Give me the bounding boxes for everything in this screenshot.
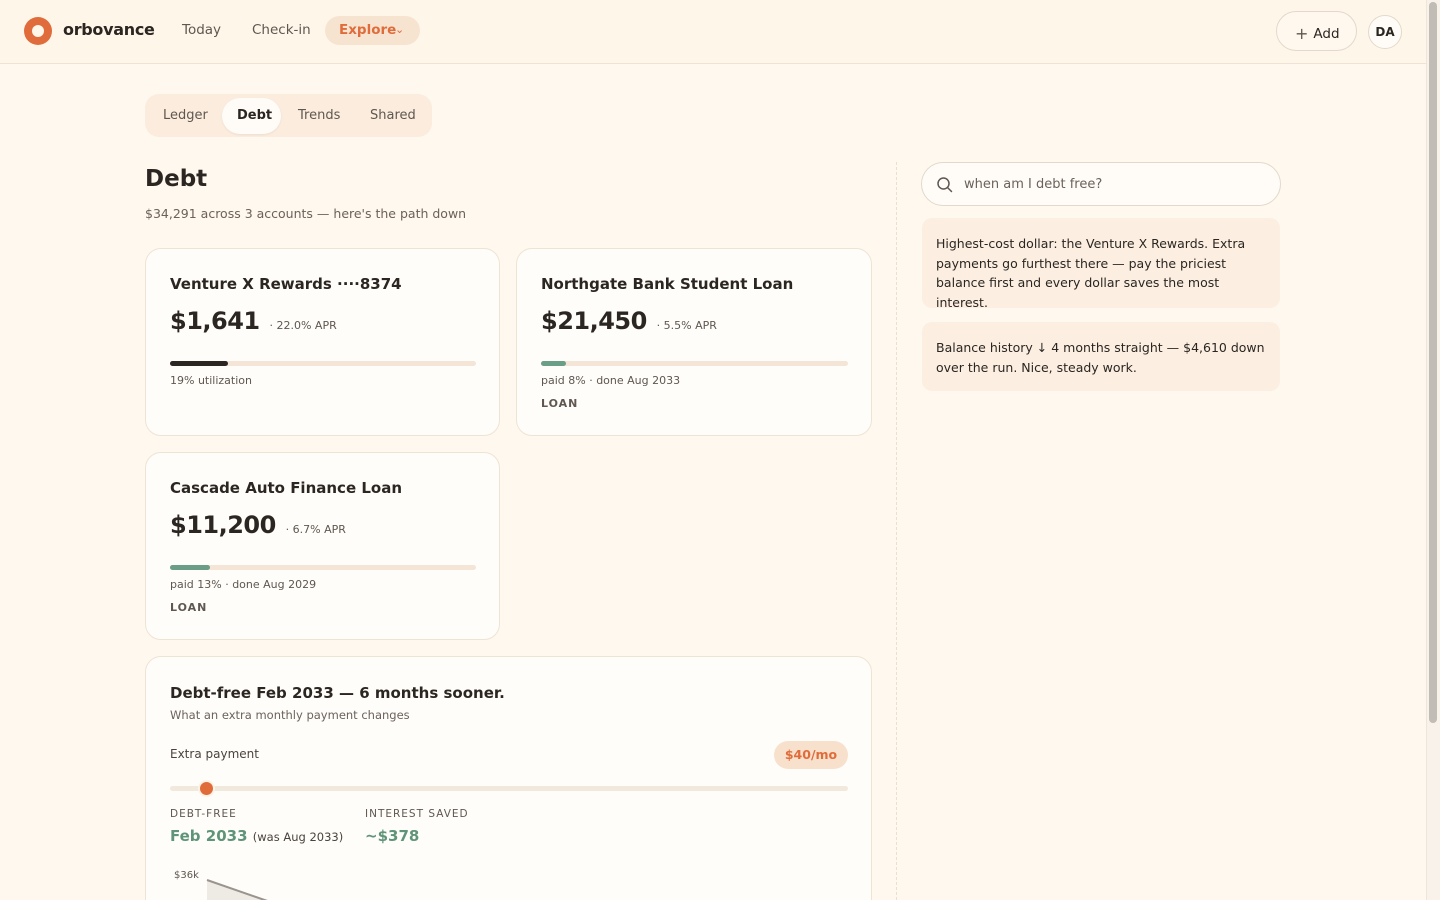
account-balance: $11,200 · 6.7% APR bbox=[170, 511, 346, 539]
search-icon bbox=[937, 177, 953, 193]
account-name: Cascade Auto Finance Loan bbox=[170, 479, 403, 497]
insight-card: Highest-cost dollar: the Venture X Rewar… bbox=[922, 218, 1280, 310]
page-subtitle: $34,291 across 3 accounts — here's the p… bbox=[145, 206, 467, 221]
account-apr: · 22.0% APR bbox=[269, 319, 337, 332]
account-balance-value: $11,200 bbox=[170, 511, 276, 539]
account-balance-value: $1,641 bbox=[170, 307, 260, 335]
nav-today[interactable]: Today bbox=[182, 22, 221, 38]
interest-saved-label: INTEREST SAVED bbox=[365, 808, 469, 820]
nav-check-in[interactable]: Check-in bbox=[252, 22, 311, 38]
scrollbar-thumb[interactable] bbox=[1429, 2, 1437, 723]
extra-payment-value: $40/mo bbox=[774, 741, 848, 769]
section-tabs: Ledger Debt Trends Shared bbox=[145, 94, 432, 137]
interest-saved-value: ~$378 bbox=[365, 827, 420, 845]
account-name: Northgate Bank Student Loan bbox=[541, 275, 794, 293]
progress-bar bbox=[170, 565, 476, 570]
plus-icon: + bbox=[1295, 24, 1309, 43]
add-button[interactable]: + Add bbox=[1276, 11, 1357, 51]
account-meta: 19% utilization bbox=[170, 374, 252, 387]
account-balance: $1,641 · 22.0% APR bbox=[170, 307, 337, 335]
top-bar: orbovance Today Check-in Explore ⌄ + Add … bbox=[0, 0, 1426, 64]
payoff-planner-card: Debt-free Feb 2033 — 6 months sooner. Wh… bbox=[145, 656, 872, 900]
tab-ledger[interactable]: Ledger bbox=[163, 108, 208, 123]
avatar[interactable]: DA bbox=[1368, 15, 1402, 49]
balance-projection-chart: $36k bbox=[166, 862, 846, 900]
extra-payment-label: Extra payment bbox=[170, 747, 259, 761]
debt-free-was: (was Aug 2033) bbox=[252, 830, 344, 844]
insight-card: Balance history ↓ 4 months straight — $4… bbox=[922, 322, 1280, 391]
planner-subtitle: What an extra monthly payment changes bbox=[170, 708, 410, 722]
progress-bar-fill bbox=[170, 565, 210, 570]
planner-title: Debt-free Feb 2033 — 6 months sooner. bbox=[170, 684, 505, 702]
account-card[interactable]: Venture X Rewards ····8374 $1,641 · 22.0… bbox=[145, 248, 500, 436]
account-type-badge: LOAN bbox=[170, 601, 208, 614]
nav-explore-label: Explore bbox=[339, 22, 397, 38]
brand-name[interactable]: orbovance bbox=[63, 20, 155, 39]
extra-payment-slider[interactable] bbox=[170, 780, 848, 797]
account-card[interactable]: Cascade Auto Finance Loan $11,200 · 6.7%… bbox=[145, 452, 500, 640]
chart-plot bbox=[206, 879, 268, 900]
account-apr: · 5.5% APR bbox=[656, 319, 717, 332]
tab-shared[interactable]: Shared bbox=[370, 108, 416, 123]
page-title: Debt bbox=[145, 166, 208, 192]
account-meta: paid 8% · done Aug 2033 bbox=[541, 374, 681, 387]
progress-bar-fill bbox=[541, 361, 566, 366]
debt-free-label: DEBT-FREE bbox=[170, 808, 237, 820]
logo-icon[interactable] bbox=[24, 17, 52, 45]
account-apr: · 6.7% APR bbox=[285, 523, 346, 536]
account-meta: paid 13% · done Aug 2029 bbox=[170, 578, 317, 591]
account-type-badge: LOAN bbox=[541, 397, 579, 410]
tab-debt[interactable]: Debt bbox=[222, 98, 281, 134]
chevron-down-icon: ⌄ bbox=[395, 23, 405, 36]
column-divider bbox=[896, 162, 897, 900]
add-button-label: Add bbox=[1313, 26, 1340, 42]
account-card[interactable]: Northgate Bank Student Loan $21,450 · 5.… bbox=[516, 248, 872, 436]
account-balance-value: $21,450 bbox=[541, 307, 647, 335]
progress-bar bbox=[170, 361, 476, 366]
nav-explore[interactable]: Explore ⌄ bbox=[325, 16, 420, 45]
progress-bar bbox=[541, 361, 848, 366]
account-name: Venture X Rewards ····8374 bbox=[170, 275, 402, 293]
debt-free-date: Feb 2033 (was Aug 2033) bbox=[170, 827, 343, 845]
slider-handle[interactable] bbox=[197, 780, 215, 797]
progress-bar-fill bbox=[170, 361, 229, 366]
account-balance: $21,450 · 5.5% APR bbox=[541, 307, 717, 335]
search-placeholder: when am I debt free? bbox=[964, 177, 1103, 192]
ask-search-input[interactable]: when am I debt free? bbox=[921, 162, 1281, 206]
debt-free-value: Feb 2033 bbox=[170, 827, 248, 845]
tab-trends[interactable]: Trends bbox=[298, 108, 340, 123]
